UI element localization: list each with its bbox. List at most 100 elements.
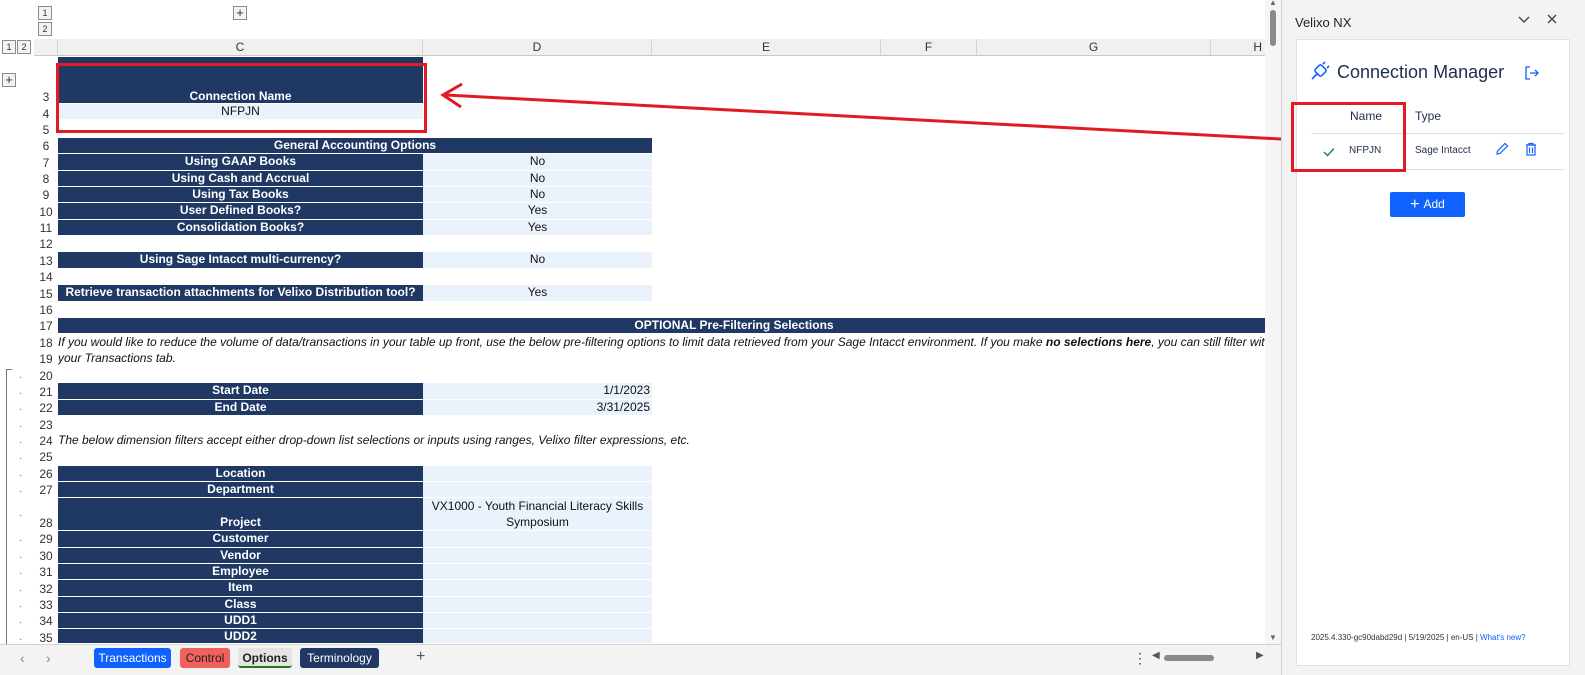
row-header[interactable]: 22: [34, 401, 58, 415]
row-header[interactable]: 24: [34, 434, 58, 448]
row-header[interactable]: 16: [34, 303, 58, 317]
tab-scroll-right-icon[interactable]: ›: [46, 650, 51, 666]
row-header[interactable]: 34: [34, 614, 58, 628]
dimension-label[interactable]: Location: [58, 466, 423, 482]
option-value[interactable]: Yes: [423, 220, 652, 236]
delete-trash-icon[interactable]: [1524, 142, 1538, 161]
project-filter-value[interactable]: VX1000 - Youth Financial Literacy Skills…: [423, 498, 652, 531]
option-label[interactable]: Using Sage Intacct multi-currency?: [58, 252, 423, 269]
row-header[interactable]: 20: [34, 369, 58, 383]
dimension-label[interactable]: Item: [58, 580, 423, 597]
row-header[interactable]: 11: [34, 221, 58, 235]
option-value[interactable]: Yes: [423, 285, 652, 302]
option-label[interactable]: Consolidation Books?: [58, 220, 423, 236]
option-label[interactable]: Retrieve transaction attachments for Vel…: [58, 285, 423, 302]
prefiltering-instructions[interactable]: If you would like to reduce the volume o…: [58, 335, 1265, 351]
row-header[interactable]: 19: [34, 352, 58, 366]
select-all-corner[interactable]: [34, 39, 58, 56]
dimension-value[interactable]: [423, 466, 652, 482]
prefiltering-instructions-cont[interactable]: your Transactions tab.: [58, 351, 458, 367]
row-header[interactable]: 21: [34, 385, 58, 399]
prefiltering-header[interactable]: OPTIONAL Pre-Filtering Selections: [58, 318, 1265, 334]
row-header[interactable]: 3: [34, 90, 58, 104]
dimension-label[interactable]: Department: [58, 482, 423, 498]
row-header[interactable]: 23: [34, 418, 58, 432]
row-header[interactable]: 9: [34, 188, 58, 202]
dimension-label[interactable]: Project: [58, 498, 423, 531]
row-header[interactable]: 15: [34, 287, 58, 301]
row-header[interactable]: 18: [34, 336, 58, 350]
sheet-tab-terminology[interactable]: Terminology: [300, 648, 379, 668]
tab-options-icon[interactable]: ⋮: [1133, 650, 1147, 667]
option-value[interactable]: No: [423, 171, 652, 187]
row-header[interactable]: 13: [34, 254, 58, 268]
end-date-value[interactable]: 3/31/2025: [423, 400, 652, 416]
general-accounting-options-header[interactable]: General Accounting Options: [58, 138, 652, 154]
row-header[interactable]: 6: [34, 139, 58, 153]
dimension-value[interactable]: [423, 548, 652, 564]
dimension-label[interactable]: Customer: [58, 531, 423, 548]
column-header-g[interactable]: G: [977, 39, 1211, 56]
row-header[interactable]: 12: [34, 237, 58, 251]
column-header-e[interactable]: E: [652, 39, 881, 56]
option-label[interactable]: Using Cash and Accrual: [58, 171, 423, 187]
scroll-up-icon[interactable]: ▲: [1269, 0, 1277, 7]
column-header-d[interactable]: D: [423, 39, 652, 56]
dimension-label[interactable]: Class: [58, 597, 423, 613]
whats-new-link[interactable]: What's new?: [1480, 633, 1526, 642]
vertical-scroll-thumb[interactable]: [1270, 10, 1276, 46]
option-label[interactable]: Using Tax Books: [58, 187, 423, 203]
scroll-left-icon[interactable]: ◀: [1152, 650, 1160, 661]
dimension-label[interactable]: Employee: [58, 564, 423, 580]
row-header[interactable]: 28: [34, 516, 58, 530]
row-header[interactable]: 17: [34, 319, 58, 333]
row-header[interactable]: 7: [34, 156, 58, 170]
row-header[interactable]: 14: [34, 270, 58, 284]
dimension-label[interactable]: Vendor: [58, 548, 423, 564]
sheet-tab-control[interactable]: Control: [180, 648, 230, 668]
dimension-value[interactable]: [423, 531, 652, 548]
dimension-value[interactable]: [423, 564, 652, 580]
option-label[interactable]: Using GAAP Books: [58, 154, 423, 171]
scroll-down-icon[interactable]: ▼: [1269, 633, 1277, 642]
row-header[interactable]: 4: [34, 107, 58, 121]
row-header[interactable]: 5: [34, 123, 58, 137]
column-group-expand-button[interactable]: +: [233, 6, 247, 20]
dimension-value[interactable]: [423, 629, 652, 644]
row-outline-level-2-button[interactable]: 2: [17, 40, 31, 54]
sheet-tab-options[interactable]: Options: [238, 648, 292, 668]
dimension-value[interactable]: [423, 613, 652, 629]
column-header-f[interactable]: F: [881, 39, 977, 56]
close-icon[interactable]: [1545, 12, 1559, 31]
option-value[interactable]: No: [423, 252, 652, 269]
add-sheet-icon[interactable]: +: [416, 648, 425, 666]
start-date-value[interactable]: 1/1/2023: [423, 383, 652, 400]
outline-level-2-button[interactable]: 2: [38, 22, 52, 36]
horizontal-scroll-thumb[interactable]: [1164, 655, 1214, 661]
row-header[interactable]: 32: [34, 582, 58, 596]
row-header[interactable]: 35: [34, 631, 58, 645]
type-column-header[interactable]: Type: [1415, 109, 1441, 123]
vertical-scrollbar[interactable]: ▲ ▼: [1265, 0, 1281, 644]
add-connection-button[interactable]: + Add: [1390, 192, 1465, 217]
row-header[interactable]: 10: [34, 205, 58, 219]
outline-level-1-button[interactable]: 1: [38, 6, 52, 20]
edit-pencil-icon[interactable]: [1495, 142, 1509, 161]
dimension-value[interactable]: [423, 597, 652, 613]
sheet-tab-transactions[interactable]: Transactions: [94, 648, 171, 668]
chevron-down-icon[interactable]: [1517, 12, 1531, 31]
dimension-label[interactable]: UDD2: [58, 629, 423, 644]
option-label[interactable]: User Defined Books?: [58, 203, 423, 220]
horizontal-scrollbar[interactable]: ◀ ▶: [1152, 650, 1264, 663]
row-header[interactable]: 25: [34, 450, 58, 464]
row-header[interactable]: 31: [34, 565, 58, 579]
dimension-label[interactable]: UDD1: [58, 613, 423, 629]
row-header[interactable]: 26: [34, 467, 58, 481]
sign-out-icon[interactable]: [1524, 65, 1540, 86]
option-value[interactable]: Yes: [423, 203, 652, 220]
dimension-filters-note[interactable]: The below dimension filters accept eithe…: [58, 433, 858, 449]
row-header[interactable]: 30: [34, 549, 58, 563]
start-date-label[interactable]: Start Date: [58, 383, 423, 400]
dimension-value[interactable]: [423, 580, 652, 597]
tab-scroll-left-icon[interactable]: ‹: [20, 650, 25, 666]
